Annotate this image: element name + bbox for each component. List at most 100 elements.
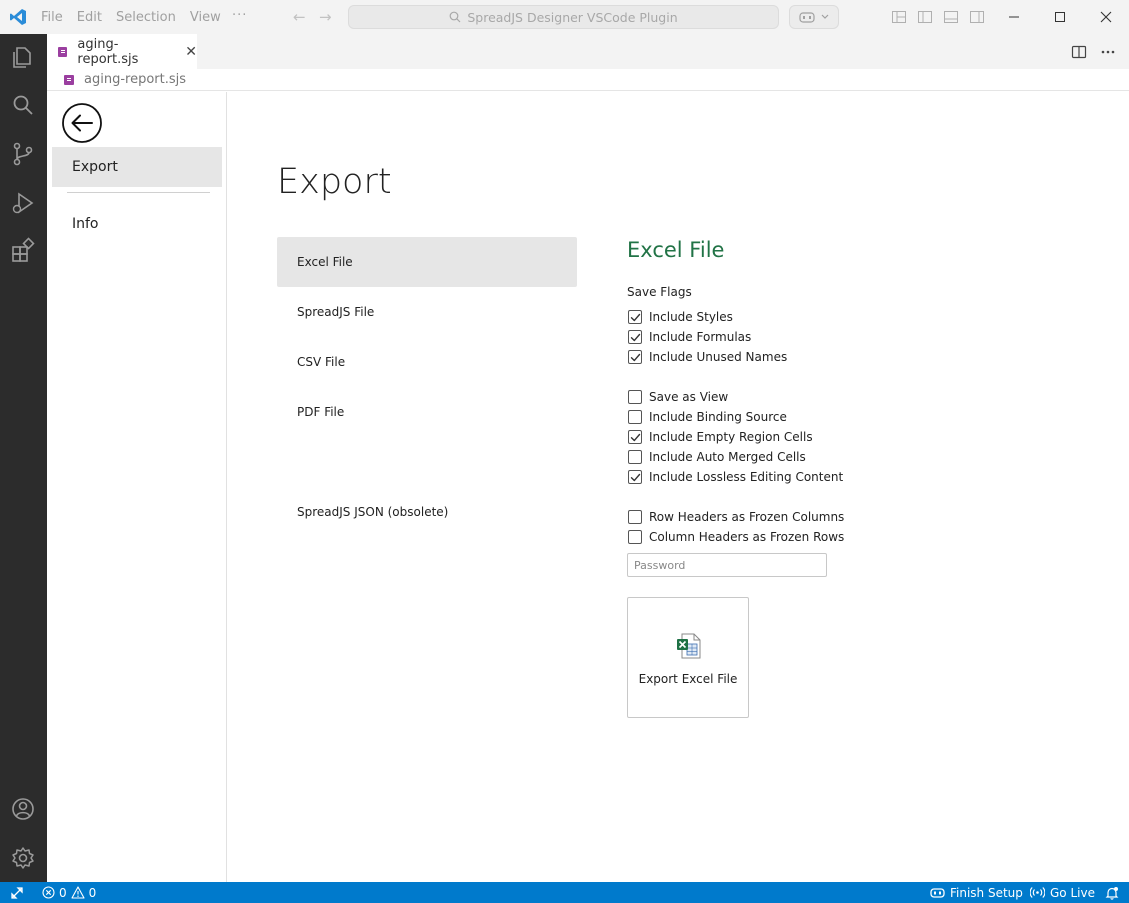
go-live-button[interactable]: Go Live [1030, 882, 1095, 903]
broadcast-icon [1030, 887, 1045, 898]
close-window-button[interactable] [1083, 0, 1129, 34]
extensions-icon[interactable] [9, 237, 37, 265]
error-icon [42, 886, 55, 899]
checkbox-include-binding-source[interactable]: Include Binding Source [628, 410, 787, 424]
checkbox-box[interactable] [628, 470, 642, 484]
breadcrumb: aging-report.sjs [47, 69, 1129, 91]
more-actions-icon[interactable] [1101, 50, 1115, 54]
menu-view[interactable]: View [190, 10, 221, 25]
run-and-debug-icon[interactable] [9, 189, 37, 217]
back-arrow-icon[interactable] [61, 102, 103, 144]
close-tab-icon[interactable]: ✕ [185, 44, 197, 60]
error-count: 0 [59, 885, 67, 900]
checkmark-icon [630, 473, 640, 481]
checkbox-box[interactable] [628, 510, 642, 524]
toggle-panel-icon[interactable] [943, 9, 959, 25]
checkbox-box[interactable] [628, 390, 642, 404]
menu-bar: File Edit Selection View [41, 0, 235, 34]
nav-item-export[interactable]: Export [52, 147, 222, 187]
chevron-down-icon [821, 14, 829, 19]
checkbox-box[interactable] [628, 410, 642, 424]
checkbox-include-formulas[interactable]: Include Formulas [628, 330, 751, 344]
checkbox-label: Include Lossless Editing Content [649, 470, 844, 484]
export-main-area: Export Excel File SpreadJS File CSV File… [228, 92, 1129, 882]
accounts-icon[interactable] [9, 795, 37, 823]
excel-file-icon [677, 633, 701, 659]
type-spreadjs-file[interactable]: SpreadJS File [277, 287, 577, 337]
editor-actions [1071, 44, 1115, 60]
manage-gear-icon[interactable] [9, 844, 37, 872]
minimize-icon [1009, 16, 1019, 18]
forward-arrow-icon[interactable]: → [319, 8, 332, 26]
tab-aging-report[interactable]: aging-report.sjs ✕ [47, 34, 197, 69]
checkbox-box[interactable] [628, 450, 642, 464]
type-excel-file[interactable]: Excel File [277, 237, 577, 287]
page-title: Export [277, 162, 392, 202]
search-icon[interactable] [9, 91, 37, 119]
type-pdf-file[interactable]: PDF File [277, 387, 577, 437]
search-icon [449, 11, 461, 23]
checkbox-save-as-view[interactable]: Save as View [628, 390, 728, 404]
vscode-logo-icon [10, 9, 26, 25]
checkbox-column-headers-frozen-rows[interactable]: Column Headers as Frozen Rows [628, 530, 844, 544]
checkbox-box[interactable] [628, 330, 642, 344]
command-center-search[interactable]: SpreadJS Designer VSCode Plugin [348, 5, 779, 29]
menu-more-button[interactable]: ··· [232, 8, 247, 23]
customize-layout-icon[interactable] [891, 9, 907, 25]
nav-item-info[interactable]: Info [72, 216, 99, 232]
designer-nav-pane: Export Info [47, 92, 227, 882]
checkbox-label: Include Formulas [649, 330, 752, 344]
checkbox-box[interactable] [628, 310, 642, 324]
spreadjs-file-icon [58, 46, 68, 57]
checkbox-include-lossless-editing-content[interactable]: Include Lossless Editing Content [628, 470, 843, 484]
checkbox-include-auto-merged-cells[interactable]: Include Auto Merged Cells [628, 450, 806, 464]
split-editor-icon[interactable] [1071, 44, 1087, 60]
checkbox-label: Include Empty Region Cells [649, 430, 813, 444]
checkbox-box[interactable] [628, 530, 642, 544]
toggle-primary-sidebar-icon[interactable] [917, 9, 933, 25]
warning-count: 0 [88, 885, 97, 900]
toggle-secondary-sidebar-icon[interactable] [969, 9, 985, 25]
minimize-button[interactable] [991, 0, 1037, 34]
checkbox-label: Column Headers as Frozen Rows [649, 530, 845, 544]
checkbox-include-unused-names[interactable]: Include Unused Names [628, 350, 787, 364]
type-spreadjs-json[interactable]: SpreadJS JSON (obsolete) [277, 487, 577, 537]
menu-selection[interactable]: Selection [116, 10, 176, 25]
activity-bar [0, 34, 47, 882]
copilot-button[interactable] [789, 5, 839, 29]
menu-edit[interactable]: Edit [77, 10, 102, 25]
breadcrumb-file[interactable]: aging-report.sjs [84, 72, 186, 87]
checkbox-label: Include Styles [649, 310, 733, 324]
back-arrow-icon[interactable]: ← [293, 8, 306, 26]
maximize-button[interactable] [1037, 0, 1083, 34]
title-bar: File Edit Selection View ··· ← → SpreadJ… [0, 0, 1129, 34]
copilot-icon [799, 12, 815, 23]
type-csv-file[interactable]: CSV File [277, 337, 577, 387]
close-icon [1100, 11, 1112, 23]
checkbox-row-headers-frozen-columns[interactable]: Row Headers as Frozen Columns [628, 510, 844, 524]
problems-indicator[interactable]: 0 0 [42, 882, 96, 903]
remote-indicator-button[interactable] [0, 882, 34, 903]
source-control-icon[interactable] [9, 140, 37, 168]
export-button-label: Export Excel File [638, 672, 738, 686]
spreadjs-file-icon [64, 74, 74, 85]
password-input[interactable] [627, 553, 827, 577]
notifications-button[interactable] [1105, 882, 1119, 903]
menu-file[interactable]: File [41, 10, 63, 25]
warning-icon [71, 886, 85, 899]
checkmark-icon [630, 353, 640, 361]
export-excel-file-button[interactable]: Export Excel File [627, 597, 749, 718]
checkbox-label: Include Unused Names [649, 350, 788, 364]
finish-setup-label: Finish Setup [950, 885, 1023, 900]
checkmark-icon [630, 433, 640, 441]
remote-icon [11, 886, 23, 899]
editor-tab-bar: aging-report.sjs ✕ [47, 34, 1129, 69]
checkbox-box[interactable] [628, 350, 642, 364]
checkbox-include-empty-region-cells[interactable]: Include Empty Region Cells [628, 430, 813, 444]
checkmark-icon [630, 333, 640, 341]
checkbox-box[interactable] [628, 430, 642, 444]
finish-setup-button[interactable]: Finish Setup [930, 882, 1023, 903]
explorer-icon[interactable] [9, 43, 37, 71]
maximize-icon [1055, 12, 1065, 22]
checkbox-include-styles[interactable]: Include Styles [628, 310, 733, 324]
